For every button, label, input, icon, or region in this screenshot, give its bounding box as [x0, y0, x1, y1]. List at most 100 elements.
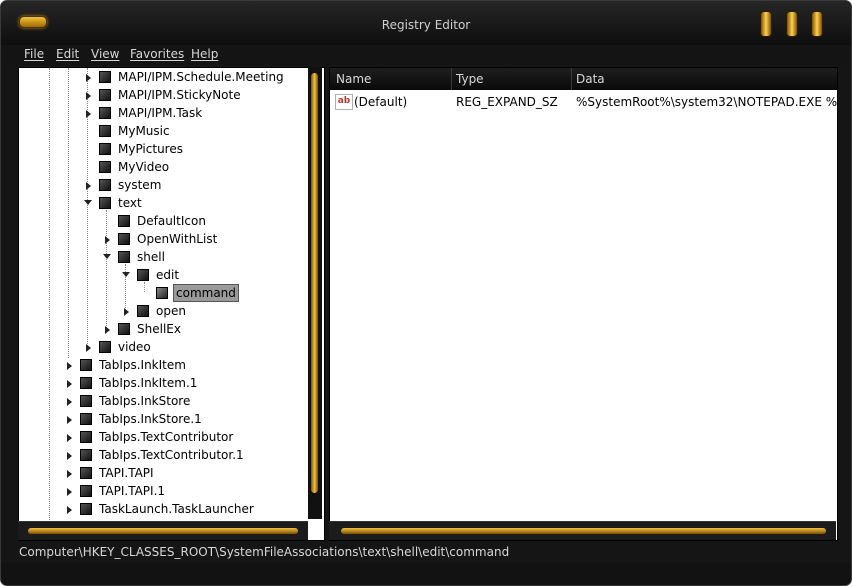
folder-icon — [80, 413, 92, 425]
tree-node-label: video — [118, 340, 151, 354]
window-bottom-border — [1, 563, 851, 585]
tree-node-label: DefaultIcon — [137, 214, 206, 228]
tree-node-label: MAPI/IPM.StickyNote — [118, 88, 241, 102]
folder-icon — [99, 107, 111, 119]
expand-icon[interactable] — [67, 362, 72, 370]
tree-node-label: TabIps.InkItem.1 — [99, 376, 198, 390]
column-header-data[interactable]: Data — [576, 72, 605, 86]
expand-icon[interactable] — [86, 182, 91, 190]
expand-icon[interactable] — [86, 344, 91, 352]
column-header-name[interactable]: Name — [336, 72, 371, 86]
collapse-icon[interactable] — [122, 272, 130, 277]
folder-icon — [80, 449, 92, 461]
tree-node-label: TabIps.InkStore — [99, 394, 191, 408]
column-divider[interactable] — [571, 68, 572, 90]
values-list[interactable]: Name Type Data ab (Default) REG_EXPAND_S… — [329, 67, 838, 541]
folder-icon — [80, 377, 92, 389]
string-value-icon: ab — [335, 94, 353, 110]
tree-scroll-thumb[interactable] — [311, 73, 318, 493]
folder-icon — [99, 125, 111, 137]
folder-icon — [137, 305, 149, 317]
tree-vertical-scrollbar[interactable] — [308, 67, 322, 519]
folder-icon — [99, 89, 111, 101]
tree-node-label: MyPictures — [118, 142, 183, 156]
folder-icon — [118, 251, 130, 263]
expand-icon[interactable] — [124, 308, 129, 316]
tree-node-label: TabIps.TextContributor.1 — [99, 448, 244, 462]
expand-icon[interactable] — [67, 416, 72, 424]
tree-hscroll-thumb[interactable] — [28, 528, 298, 534]
tree-horizontal-scrollbar[interactable] — [18, 521, 308, 540]
window-title: Registry Editor — [381, 18, 471, 32]
registry-tree[interactable]: MAPI/IPM.Schedule.Meeting MAPI/IPM.Stick… — [18, 67, 325, 541]
folder-icon — [99, 341, 111, 353]
column-divider[interactable] — [451, 68, 452, 90]
folder-icon — [80, 467, 92, 479]
tree-node-label: shell — [137, 250, 165, 264]
tree-node-label: open — [156, 304, 186, 318]
folder-icon — [99, 71, 111, 83]
value-name: (Default) — [354, 95, 408, 109]
expand-icon[interactable] — [105, 326, 110, 334]
folder-icon — [118, 233, 130, 245]
collapse-icon[interactable] — [103, 254, 111, 259]
list-hscroll-thumb[interactable] — [341, 528, 826, 534]
folder-icon — [99, 179, 111, 191]
folder-icon — [118, 215, 130, 227]
tree-node-label: text — [118, 196, 142, 210]
expand-icon[interactable] — [105, 236, 110, 244]
tree-node-label: TAPI.TAPI.1 — [99, 484, 166, 498]
tree-node-label: TabIps.InkStore.1 — [99, 412, 202, 426]
tree-line — [106, 210, 107, 328]
expand-icon[interactable] — [67, 398, 72, 406]
maximize-button[interactable] — [786, 11, 798, 37]
expand-icon[interactable] — [86, 92, 91, 100]
expand-icon[interactable] — [67, 452, 72, 460]
status-bar: Computer\HKEY_CLASSES_ROOT\SystemFileAss… — [1, 541, 851, 563]
folder-icon — [118, 323, 130, 335]
menu-file[interactable]: File — [24, 47, 44, 61]
menu-view[interactable]: View — [91, 47, 119, 61]
menu-help[interactable]: Help — [191, 47, 218, 61]
tree-node-label: MyVideo — [118, 160, 170, 174]
menu-favorites[interactable]: Favorites — [130, 47, 184, 61]
expand-icon[interactable] — [67, 488, 72, 496]
list-horizontal-scrollbar[interactable] — [329, 521, 836, 540]
tree-node-label: edit — [156, 268, 180, 282]
tree-node-label: TaskLaunch.TaskLauncher — [99, 502, 254, 516]
expand-icon[interactable] — [67, 470, 72, 478]
folder-icon — [80, 503, 92, 515]
expand-icon[interactable] — [67, 506, 72, 514]
expand-icon[interactable] — [67, 380, 72, 388]
tree-line — [49, 68, 50, 540]
folder-icon — [99, 161, 111, 173]
tree-node-label: TabIps.InkItem — [99, 358, 186, 372]
tree-node-label: OpenWithList — [137, 232, 218, 246]
tree-node-label: TabIps.TextContributor — [99, 430, 234, 444]
tree-line — [144, 282, 145, 292]
folder-icon — [80, 359, 92, 371]
folder-icon — [99, 197, 111, 209]
value-type: REG_EXPAND_SZ — [456, 95, 558, 109]
folder-icon — [80, 485, 92, 497]
minimize-button[interactable] — [760, 11, 772, 37]
tree-node-label: MyMusic — [118, 124, 170, 138]
column-header-type[interactable]: Type — [456, 72, 484, 86]
folder-icon — [80, 395, 92, 407]
expand-icon[interactable] — [86, 74, 91, 82]
expand-icon[interactable] — [86, 110, 91, 118]
status-path: Computer\HKEY_CLASSES_ROOT\SystemFileAss… — [19, 545, 510, 559]
folder-icon — [99, 143, 111, 155]
menu-edit[interactable]: Edit — [56, 47, 79, 61]
tree-line — [68, 68, 69, 358]
tree-node-label: TAPI.TAPI — [99, 466, 154, 480]
title-bar[interactable]: Registry Editor — [1, 1, 851, 45]
collapse-icon[interactable] — [84, 200, 92, 205]
value-data: %SystemRoot%\system32\NOTEPAD.EXE %1 — [576, 95, 838, 109]
close-button[interactable] — [811, 11, 823, 37]
tree-line — [125, 264, 126, 310]
tree-node-label: MAPI/IPM.Schedule.Meeting — [118, 70, 284, 84]
expand-icon[interactable] — [67, 434, 72, 442]
folder-icon — [80, 431, 92, 443]
registry-editor-window: Registry Editor File Edit View Favorites… — [0, 0, 852, 586]
